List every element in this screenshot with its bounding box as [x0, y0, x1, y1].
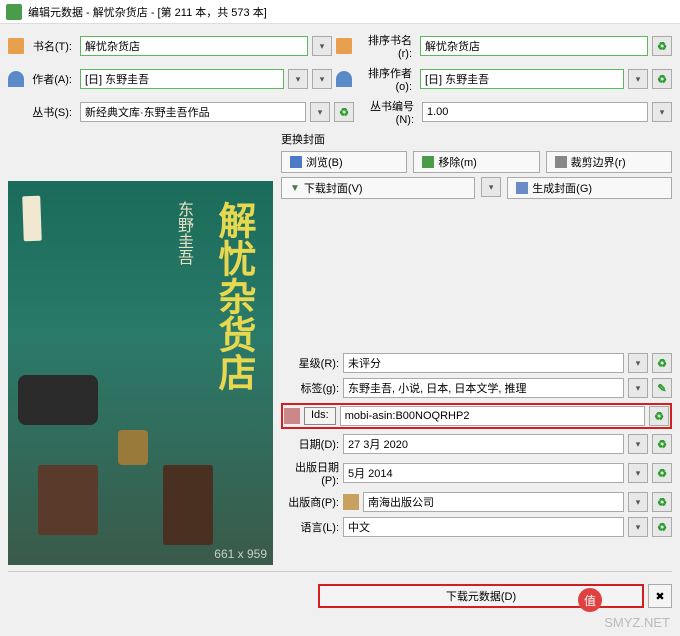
recycle-icon[interactable]: ♻: [652, 492, 672, 512]
content-area: 书名(T): 排序书名(r): ♻ 作者(A): 排序作者(o): ♻ 丛书(S…: [0, 24, 680, 586]
cover-buttons-2: 下载封面(V) 生成封面(G): [281, 177, 672, 199]
ids-label: Ids:: [304, 407, 336, 425]
series-label: 丛书(S):: [28, 104, 76, 120]
rating-row: 星级(R): ♻: [281, 353, 672, 373]
language-dropdown[interactable]: [628, 517, 648, 537]
ids-input[interactable]: [340, 406, 645, 426]
rating-label: 星级(R):: [281, 355, 339, 371]
sort-author-label: 排序作者(o):: [356, 65, 416, 93]
app-icon: [6, 4, 22, 20]
series-num-label: 丛书编号(N):: [358, 98, 418, 126]
person-icon: [8, 71, 24, 87]
cover-decoration: [18, 375, 98, 425]
pubdate-label: 出版日期(P):: [281, 459, 339, 487]
tags-row: 标签(g): ✎: [281, 378, 672, 398]
tags-dropdown[interactable]: [628, 378, 648, 398]
language-row: 语言(L): ♻: [281, 517, 672, 537]
publisher-dropdown[interactable]: [628, 492, 648, 512]
generate-icon: [516, 182, 528, 194]
rating-input[interactable]: [343, 353, 624, 373]
tools-button[interactable]: ✖: [648, 584, 672, 608]
main-area: 解忧杂货店 东野圭吾 661 x 959 更换封面 浏览(B) 移除(m) 裁剪…: [8, 131, 672, 565]
pubdate-input[interactable]: [343, 463, 624, 483]
publisher-input[interactable]: [363, 492, 624, 512]
cover-image[interactable]: 解忧杂货店 东野圭吾 661 x 959: [8, 181, 273, 565]
cover-decoration: [22, 196, 42, 242]
cover-section-label: 更换封面: [281, 131, 672, 147]
tags-label: 标签(g):: [281, 380, 339, 396]
language-label: 语言(L):: [281, 519, 339, 535]
watermark-text: SMYZ.NET: [604, 615, 670, 630]
watermark-badge: 值: [578, 588, 602, 612]
sort-author-input[interactable]: [420, 69, 624, 89]
recycle-icon[interactable]: ♻: [649, 406, 669, 426]
title-dropdown[interactable]: [312, 36, 332, 56]
ids-icon: [284, 408, 300, 424]
series-input[interactable]: [80, 102, 306, 122]
crop-icon: [555, 156, 567, 168]
cover-title-text: 解忧杂货店: [209, 201, 255, 391]
cover-buttons-1: 浏览(B) 移除(m) 裁剪边界(r): [281, 151, 672, 173]
title-input[interactable]: [80, 36, 308, 56]
date-input[interactable]: [343, 434, 624, 454]
date-label: 日期(D):: [281, 436, 339, 452]
author-row: 作者(A): 排序作者(o): ♻: [8, 65, 672, 93]
download-cover-button[interactable]: 下载封面(V): [281, 177, 475, 199]
person-icon: [336, 71, 352, 87]
series-row: 丛书(S): ♻ 丛书编号(N):: [8, 98, 672, 126]
download-cover-menu[interactable]: [481, 177, 501, 197]
date-dropdown[interactable]: [628, 434, 648, 454]
title-label: 书名(T):: [28, 38, 76, 54]
series-num-spinner[interactable]: [652, 102, 672, 122]
cover-decoration: [118, 430, 148, 465]
right-column: 更换封面 浏览(B) 移除(m) 裁剪边界(r) 下载封面(V) 生成封面(G)…: [281, 131, 672, 565]
recycle-icon[interactable]: ♻: [652, 69, 672, 89]
cover-dimensions: 661 x 959: [214, 547, 267, 561]
book-icon: [8, 38, 24, 54]
ids-row: Ids: ♻: [281, 403, 672, 429]
recycle-icon[interactable]: ♻: [652, 517, 672, 537]
crop-button[interactable]: 裁剪边界(r): [546, 151, 672, 173]
cover-decoration: [163, 465, 213, 545]
pubdate-row: 出版日期(P): ♻: [281, 459, 672, 487]
cover-author-text: 东野圭吾: [171, 201, 195, 265]
language-input[interactable]: [343, 517, 624, 537]
recycle-icon[interactable]: ♻: [652, 36, 672, 56]
date-row: 日期(D): ♻: [281, 434, 672, 454]
author-dropdown[interactable]: [288, 69, 308, 89]
sort-title-label: 排序书名(r):: [356, 32, 416, 60]
publisher-label: 出版商(P):: [281, 494, 339, 510]
footer: 下载元数据(D) ✖: [8, 584, 672, 608]
series-dropdown[interactable]: [310, 102, 330, 122]
rating-dropdown[interactable]: [628, 353, 648, 373]
title-bar: 编辑元数据 - 解忧杂货店 - [第 211 本，共 573 本]: [0, 0, 680, 24]
sort-author-dropdown[interactable]: [628, 69, 648, 89]
author-edit[interactable]: [312, 69, 332, 89]
pubdate-dropdown[interactable]: [628, 463, 648, 483]
tags-edit-button[interactable]: ✎: [652, 378, 672, 398]
author-label: 作者(A):: [28, 71, 76, 87]
trim-button[interactable]: 移除(m): [413, 151, 539, 173]
cover-column: 解忧杂货店 东野圭吾 661 x 959: [8, 131, 273, 565]
folder-icon: [290, 156, 302, 168]
recycle-icon[interactable]: ♻: [652, 463, 672, 483]
download-icon: [290, 182, 300, 194]
author-input[interactable]: [80, 69, 284, 89]
recycle-icon[interactable]: ♻: [652, 353, 672, 373]
title-row: 书名(T): 排序书名(r): ♻: [8, 32, 672, 60]
publisher-icon: [343, 494, 359, 510]
recycle-icon[interactable]: ♻: [334, 102, 354, 122]
book-icon: [336, 38, 352, 54]
divider: [8, 571, 672, 572]
sort-title-input[interactable]: [420, 36, 648, 56]
window-title: 编辑元数据 - 解忧杂货店 - [第 211 本，共 573 本]: [28, 4, 267, 20]
browse-button[interactable]: 浏览(B): [281, 151, 407, 173]
series-num-input[interactable]: [422, 102, 648, 122]
publisher-row: 出版商(P): ♻: [281, 492, 672, 512]
recycle-icon[interactable]: ♻: [652, 434, 672, 454]
tags-input[interactable]: [343, 378, 624, 398]
cover-decoration: [38, 465, 98, 535]
generate-cover-button[interactable]: 生成封面(G): [507, 177, 672, 199]
recycle-icon: [422, 156, 434, 168]
